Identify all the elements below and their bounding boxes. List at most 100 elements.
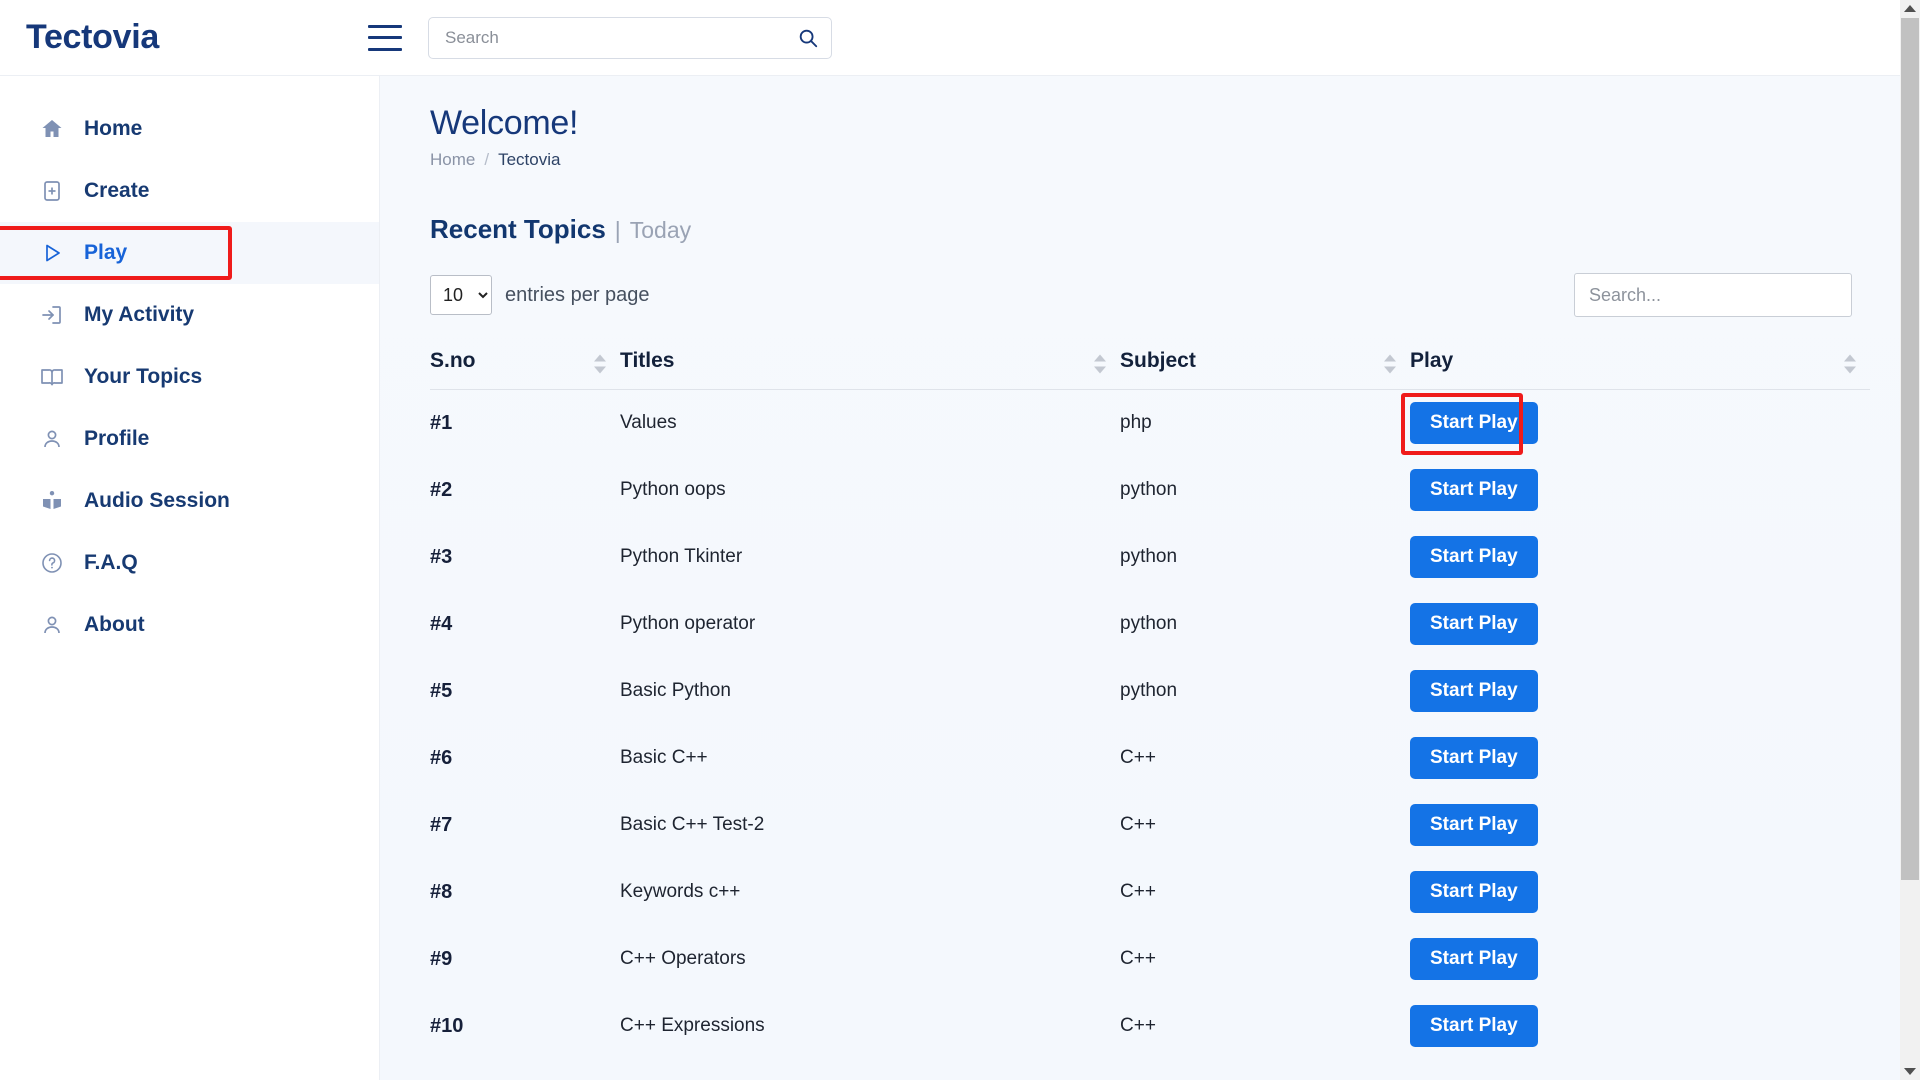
table-row: #2 Python oops python Start Play bbox=[430, 457, 1870, 524]
column-label: Subject bbox=[1120, 349, 1196, 372]
scroll-down-arrow-icon[interactable] bbox=[1904, 1068, 1916, 1075]
vertical-scrollbar[interactable] bbox=[1900, 0, 1920, 1080]
cell-sno: #6 bbox=[430, 746, 453, 769]
column-label: S.no bbox=[430, 349, 476, 372]
column-header-titles[interactable]: Titles bbox=[620, 339, 1120, 390]
start-play-button[interactable]: Start Play bbox=[1410, 804, 1538, 846]
scroll-up-arrow-icon[interactable] bbox=[1904, 5, 1916, 12]
start-play-button[interactable]: Start Play bbox=[1410, 1005, 1538, 1047]
cell-subject: C++ bbox=[1120, 747, 1156, 768]
table-row: #8 Keywords c++ C++ Start Play bbox=[430, 859, 1870, 926]
cell-subject: python bbox=[1120, 613, 1178, 634]
play-triangle-icon bbox=[40, 241, 64, 265]
breadcrumb: Home / Tectovia bbox=[430, 150, 1920, 170]
sidebar-item-play[interactable]: Play bbox=[0, 222, 379, 284]
audio-book-icon bbox=[40, 489, 64, 513]
start-play-button[interactable]: Start Play bbox=[1410, 737, 1538, 779]
start-play-button[interactable]: Start Play bbox=[1410, 402, 1538, 445]
cell-sno: #9 bbox=[430, 947, 453, 970]
cell-sno: #2 bbox=[430, 478, 453, 501]
column-header-play[interactable]: Play bbox=[1410, 339, 1870, 390]
table-row: #4 Python operator python Start Play bbox=[430, 591, 1870, 658]
sidebar-item-profile[interactable]: Profile bbox=[0, 408, 379, 470]
sidebar-item-my-activity[interactable]: My Activity bbox=[0, 284, 379, 346]
top-bar: Tectovia bbox=[0, 0, 1920, 76]
cell-play: Start Play bbox=[1410, 457, 1870, 524]
start-play-button[interactable]: Start Play bbox=[1410, 536, 1538, 578]
section-title: Recent Topics bbox=[430, 214, 606, 244]
cell-subject: php bbox=[1120, 412, 1152, 434]
search-icon[interactable] bbox=[797, 27, 819, 49]
cell-sno: #3 bbox=[430, 545, 453, 568]
global-search-box[interactable] bbox=[428, 16, 832, 59]
cell-play: Start Play bbox=[1410, 725, 1870, 792]
cell-title: Keywords c++ bbox=[620, 881, 741, 902]
table-row: #7 Basic C++ Test-2 C++ Start Play bbox=[430, 792, 1870, 859]
column-label: Titles bbox=[620, 349, 675, 372]
start-play-button[interactable]: Start Play bbox=[1410, 469, 1538, 511]
entries-per-page-select[interactable]: 102550100 bbox=[430, 275, 492, 315]
table-row: #10 C++ Expressions C++ Start Play bbox=[430, 993, 1870, 1060]
brand-logo[interactable]: Tectovia bbox=[0, 18, 380, 57]
cell-play: Start Play bbox=[1410, 993, 1870, 1060]
cell-title: Python Tkinter bbox=[620, 546, 743, 567]
sort-arrows-icon[interactable] bbox=[1384, 354, 1396, 374]
user-icon bbox=[40, 427, 64, 451]
scrollbar-thumb[interactable] bbox=[1901, 18, 1919, 880]
cell-title: Python operator bbox=[620, 613, 756, 634]
cell-sno: #4 bbox=[430, 612, 453, 635]
start-play-button[interactable]: Start Play bbox=[1410, 670, 1538, 712]
entries-per-page-label: entries per page bbox=[505, 283, 650, 306]
cell-play: Start Play bbox=[1401, 390, 1870, 457]
sidebar-item-label: About bbox=[84, 613, 145, 636]
sidebar-item-your-topics[interactable]: Your Topics bbox=[0, 346, 379, 408]
table-head: S.no Titles Subject Play bbox=[430, 339, 1870, 390]
start-play-button[interactable]: Start Play bbox=[1410, 938, 1538, 980]
body-wrapper: Home Create Play My Activity Your Topics… bbox=[0, 76, 1920, 1080]
cell-play: Start Play bbox=[1410, 591, 1870, 658]
sidebar-item-about[interactable]: About bbox=[0, 594, 379, 656]
cell-title: Basic Python bbox=[620, 680, 731, 701]
sort-arrows-icon[interactable] bbox=[1094, 354, 1106, 374]
sidebar-item-label: Play bbox=[84, 241, 128, 264]
table-body: #1 Values php Start Play #2 Python oops python… bbox=[430, 390, 1870, 1060]
cell-subject: C++ bbox=[1120, 881, 1156, 902]
table-row: #3 Python Tkinter python Start Play bbox=[430, 524, 1870, 591]
sort-arrows-icon[interactable] bbox=[1844, 354, 1856, 374]
cell-play: Start Play bbox=[1410, 658, 1870, 725]
table-search-input[interactable] bbox=[1574, 273, 1852, 317]
sidebar-item-home[interactable]: Home bbox=[0, 98, 379, 160]
recent-topics-table: S.no Titles Subject Play #1 Values php S… bbox=[430, 339, 1870, 1060]
cell-play: Start Play bbox=[1410, 859, 1870, 926]
plus-square-icon bbox=[40, 179, 64, 203]
column-header-sno[interactable]: S.no bbox=[430, 339, 620, 390]
cell-title: Basic C++ bbox=[620, 747, 708, 768]
cell-title: Python oops bbox=[620, 479, 726, 500]
start-play-button[interactable]: Start Play bbox=[1410, 603, 1538, 645]
table-row: #1 Values php Start Play bbox=[430, 390, 1870, 457]
cell-subject: python bbox=[1120, 680, 1178, 701]
cell-subject: C++ bbox=[1120, 1015, 1156, 1036]
cell-title: C++ Operators bbox=[620, 948, 746, 969]
search-input[interactable] bbox=[445, 27, 797, 48]
breadcrumb-home[interactable]: Home bbox=[430, 150, 475, 170]
sidebar-item-create[interactable]: Create bbox=[0, 160, 379, 222]
page-title: Welcome! bbox=[430, 104, 579, 142]
column-header-subject[interactable]: Subject bbox=[1120, 339, 1410, 390]
sidebar-item-audio-session[interactable]: Audio Session bbox=[0, 470, 379, 532]
cell-play: Start Play bbox=[1410, 792, 1870, 859]
cell-title: C++ Expressions bbox=[620, 1015, 765, 1036]
sort-arrows-icon[interactable] bbox=[594, 354, 606, 374]
sidebar-item-faq[interactable]: F.A.Q bbox=[0, 532, 379, 594]
breadcrumb-separator: / bbox=[484, 150, 490, 169]
hamburger-menu-icon[interactable] bbox=[368, 24, 402, 51]
user-icon bbox=[40, 613, 64, 637]
start-play-button[interactable]: Start Play bbox=[1410, 871, 1538, 913]
table-header-row: S.no Titles Subject Play bbox=[430, 339, 1870, 390]
cell-subject: C++ bbox=[1120, 814, 1156, 835]
cell-sno: #8 bbox=[430, 880, 453, 903]
cell-sno: #5 bbox=[430, 679, 453, 702]
table-row: #5 Basic Python python Start Play bbox=[430, 658, 1870, 725]
main-content: Welcome! Home / Tectovia Recent Topics |… bbox=[380, 76, 1920, 1080]
entries-per-page-control: 102550100 entries per page bbox=[430, 275, 650, 315]
